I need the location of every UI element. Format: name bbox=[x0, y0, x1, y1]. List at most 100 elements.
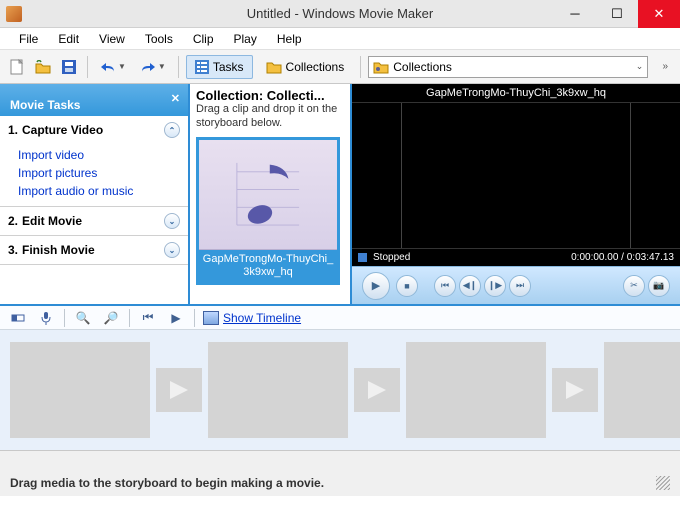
menu-help[interactable]: Help bbox=[268, 30, 311, 48]
tasks-icon bbox=[195, 60, 209, 74]
statusbar: Drag media to the storyboard to begin ma… bbox=[0, 450, 680, 496]
preview-status: Stopped 0:00:00.00 / 0:03:47.13 bbox=[352, 248, 680, 266]
split-group: ✂ 📷 bbox=[623, 275, 670, 297]
music-note-icon bbox=[233, 154, 303, 234]
menu-play[interactable]: Play bbox=[225, 30, 266, 48]
storyboard-slot[interactable] bbox=[406, 342, 546, 438]
storyboard-slot[interactable] bbox=[10, 342, 150, 438]
rewind-button[interactable]: ◀❙ bbox=[459, 275, 481, 297]
clip-thumbnail bbox=[199, 140, 337, 250]
folder-icon bbox=[266, 60, 282, 74]
task-section-title: Edit Movie bbox=[22, 214, 82, 228]
tasks-close-button[interactable]: ✕ bbox=[171, 92, 180, 105]
menu-clip[interactable]: Clip bbox=[184, 30, 223, 48]
undo-button[interactable]: ▼ bbox=[95, 56, 131, 78]
snapshot-button[interactable]: 📷 bbox=[648, 275, 670, 297]
seek-group: ⏮ ◀❙ ❙▶ ⏭ bbox=[434, 275, 531, 297]
sb-zoom-out-button[interactable]: 🔎 bbox=[101, 308, 121, 328]
save-icon bbox=[62, 60, 76, 74]
statusbar-message: Drag media to the storyboard to begin ma… bbox=[10, 476, 324, 490]
redo-icon bbox=[140, 61, 156, 73]
undo-icon bbox=[100, 61, 116, 73]
separator bbox=[129, 309, 130, 327]
link-import-video[interactable]: Import video bbox=[18, 146, 188, 164]
menu-bar: File Edit View Tools Clip Play Help bbox=[0, 28, 680, 50]
save-button[interactable] bbox=[58, 56, 80, 78]
collection-title: Collection: Collecti... bbox=[196, 88, 344, 103]
split-button[interactable]: ✂ bbox=[623, 275, 645, 297]
sb-zoom-in-button[interactable]: 🔍 bbox=[73, 308, 93, 328]
task-section-head-finish[interactable]: 3. Finish Movie ⌄ bbox=[0, 236, 188, 264]
collection-combo-icon bbox=[373, 60, 389, 74]
collections-button-label: Collections bbox=[286, 60, 345, 74]
storyboard-slot[interactable] bbox=[208, 342, 348, 438]
storyboard-transition[interactable] bbox=[354, 368, 400, 412]
new-icon bbox=[10, 59, 24, 75]
tasks-button[interactable]: Tasks bbox=[186, 55, 253, 79]
toolbar: ▼ ▼ Tasks Collections Collections ⌄ » bbox=[0, 50, 680, 84]
maximize-button[interactable]: ☐ bbox=[596, 0, 638, 28]
storyboard-transition[interactable] bbox=[156, 368, 202, 412]
close-button[interactable]: ✕ bbox=[638, 0, 680, 28]
collections-button[interactable]: Collections bbox=[257, 55, 354, 79]
task-section-title: Finish Movie bbox=[22, 243, 95, 257]
app-icon bbox=[6, 6, 22, 22]
dropdown-arrow-icon: ▼ bbox=[158, 62, 166, 71]
tasks-header-title: Movie Tasks bbox=[10, 98, 80, 112]
separator bbox=[194, 309, 195, 327]
forward-button[interactable]: ❙▶ bbox=[484, 275, 506, 297]
collection-combo-label: Collections bbox=[393, 60, 452, 74]
show-timeline-link[interactable]: Show Timeline bbox=[203, 311, 301, 325]
menu-tools[interactable]: Tools bbox=[136, 30, 182, 48]
minimize-button[interactable]: ─ bbox=[554, 0, 596, 28]
prev-button[interactable]: ⏮ bbox=[434, 275, 456, 297]
storyboard-transition[interactable] bbox=[552, 368, 598, 412]
collapse-icon[interactable]: ⌃ bbox=[164, 122, 180, 138]
menu-file[interactable]: File bbox=[10, 30, 47, 48]
task-section-title: Capture Video bbox=[22, 123, 103, 137]
stop-button[interactable]: ■ bbox=[396, 275, 418, 297]
preview-title: GapMeTrongMo-ThuyChi_3k9xw_hq bbox=[352, 84, 680, 103]
expand-icon[interactable]: ⌄ bbox=[164, 213, 180, 229]
task-section-num: 2. bbox=[8, 214, 18, 228]
task-section-head-edit[interactable]: 2. Edit Movie ⌄ bbox=[0, 207, 188, 235]
sb-set-level-button[interactable] bbox=[8, 308, 28, 328]
levels-icon bbox=[11, 311, 25, 325]
toolbar-overflow[interactable]: » bbox=[656, 61, 674, 72]
stop-status-icon bbox=[358, 253, 367, 262]
sb-play-button[interactable]: ▶ bbox=[166, 308, 186, 328]
menu-edit[interactable]: Edit bbox=[49, 30, 88, 48]
storyboard[interactable] bbox=[0, 330, 680, 450]
task-section-num: 3. bbox=[8, 243, 18, 257]
preview-screen[interactable] bbox=[352, 103, 680, 248]
expand-icon[interactable]: ⌄ bbox=[164, 242, 180, 258]
preview-pane: GapMeTrongMo-ThuyChi_3k9xw_hq Stopped 0:… bbox=[352, 84, 680, 304]
sb-narrate-button[interactable] bbox=[36, 308, 56, 328]
preview-controls: ▶ ■ ⏮ ◀❙ ❙▶ ⏭ ✂ 📷 bbox=[352, 266, 680, 304]
storyboard-toolbar: 🔍 🔎 ⏮ ▶ Show Timeline bbox=[0, 304, 680, 330]
show-timeline-label: Show Timeline bbox=[223, 311, 301, 325]
separator bbox=[87, 56, 88, 78]
tasks-pane: Movie Tasks ✕ 1. Capture Video ⌃ Import … bbox=[0, 84, 190, 304]
chevron-down-icon: ⌄ bbox=[636, 61, 644, 72]
separator bbox=[64, 309, 65, 327]
collection-pane: Collection: Collecti... Drag a clip and … bbox=[190, 84, 352, 304]
task-section-edit: 2. Edit Movie ⌄ bbox=[0, 207, 188, 236]
tasks-button-label: Tasks bbox=[213, 60, 244, 74]
link-import-audio[interactable]: Import audio or music bbox=[18, 182, 188, 200]
clip-item[interactable]: GapMeTrongMo-ThuyChi_3k9xw_hq bbox=[196, 137, 340, 285]
preview-time: 0:00:00.00 / 0:03:47.13 bbox=[571, 252, 674, 263]
redo-button[interactable]: ▼ bbox=[135, 56, 171, 78]
storyboard-slot[interactable] bbox=[604, 342, 680, 438]
task-section-num: 1. bbox=[8, 123, 18, 137]
sb-rewind-button[interactable]: ⏮ bbox=[138, 308, 158, 328]
next-button[interactable]: ⏭ bbox=[509, 275, 531, 297]
menu-view[interactable]: View bbox=[90, 30, 134, 48]
play-button[interactable]: ▶ bbox=[362, 272, 390, 300]
open-button[interactable] bbox=[32, 56, 54, 78]
task-links-capture: Import video Import pictures Import audi… bbox=[0, 144, 188, 206]
new-button[interactable] bbox=[6, 56, 28, 78]
collection-combo[interactable]: Collections ⌄ bbox=[368, 56, 648, 78]
task-section-head-capture[interactable]: 1. Capture Video ⌃ bbox=[0, 116, 188, 144]
link-import-pictures[interactable]: Import pictures bbox=[18, 164, 188, 182]
